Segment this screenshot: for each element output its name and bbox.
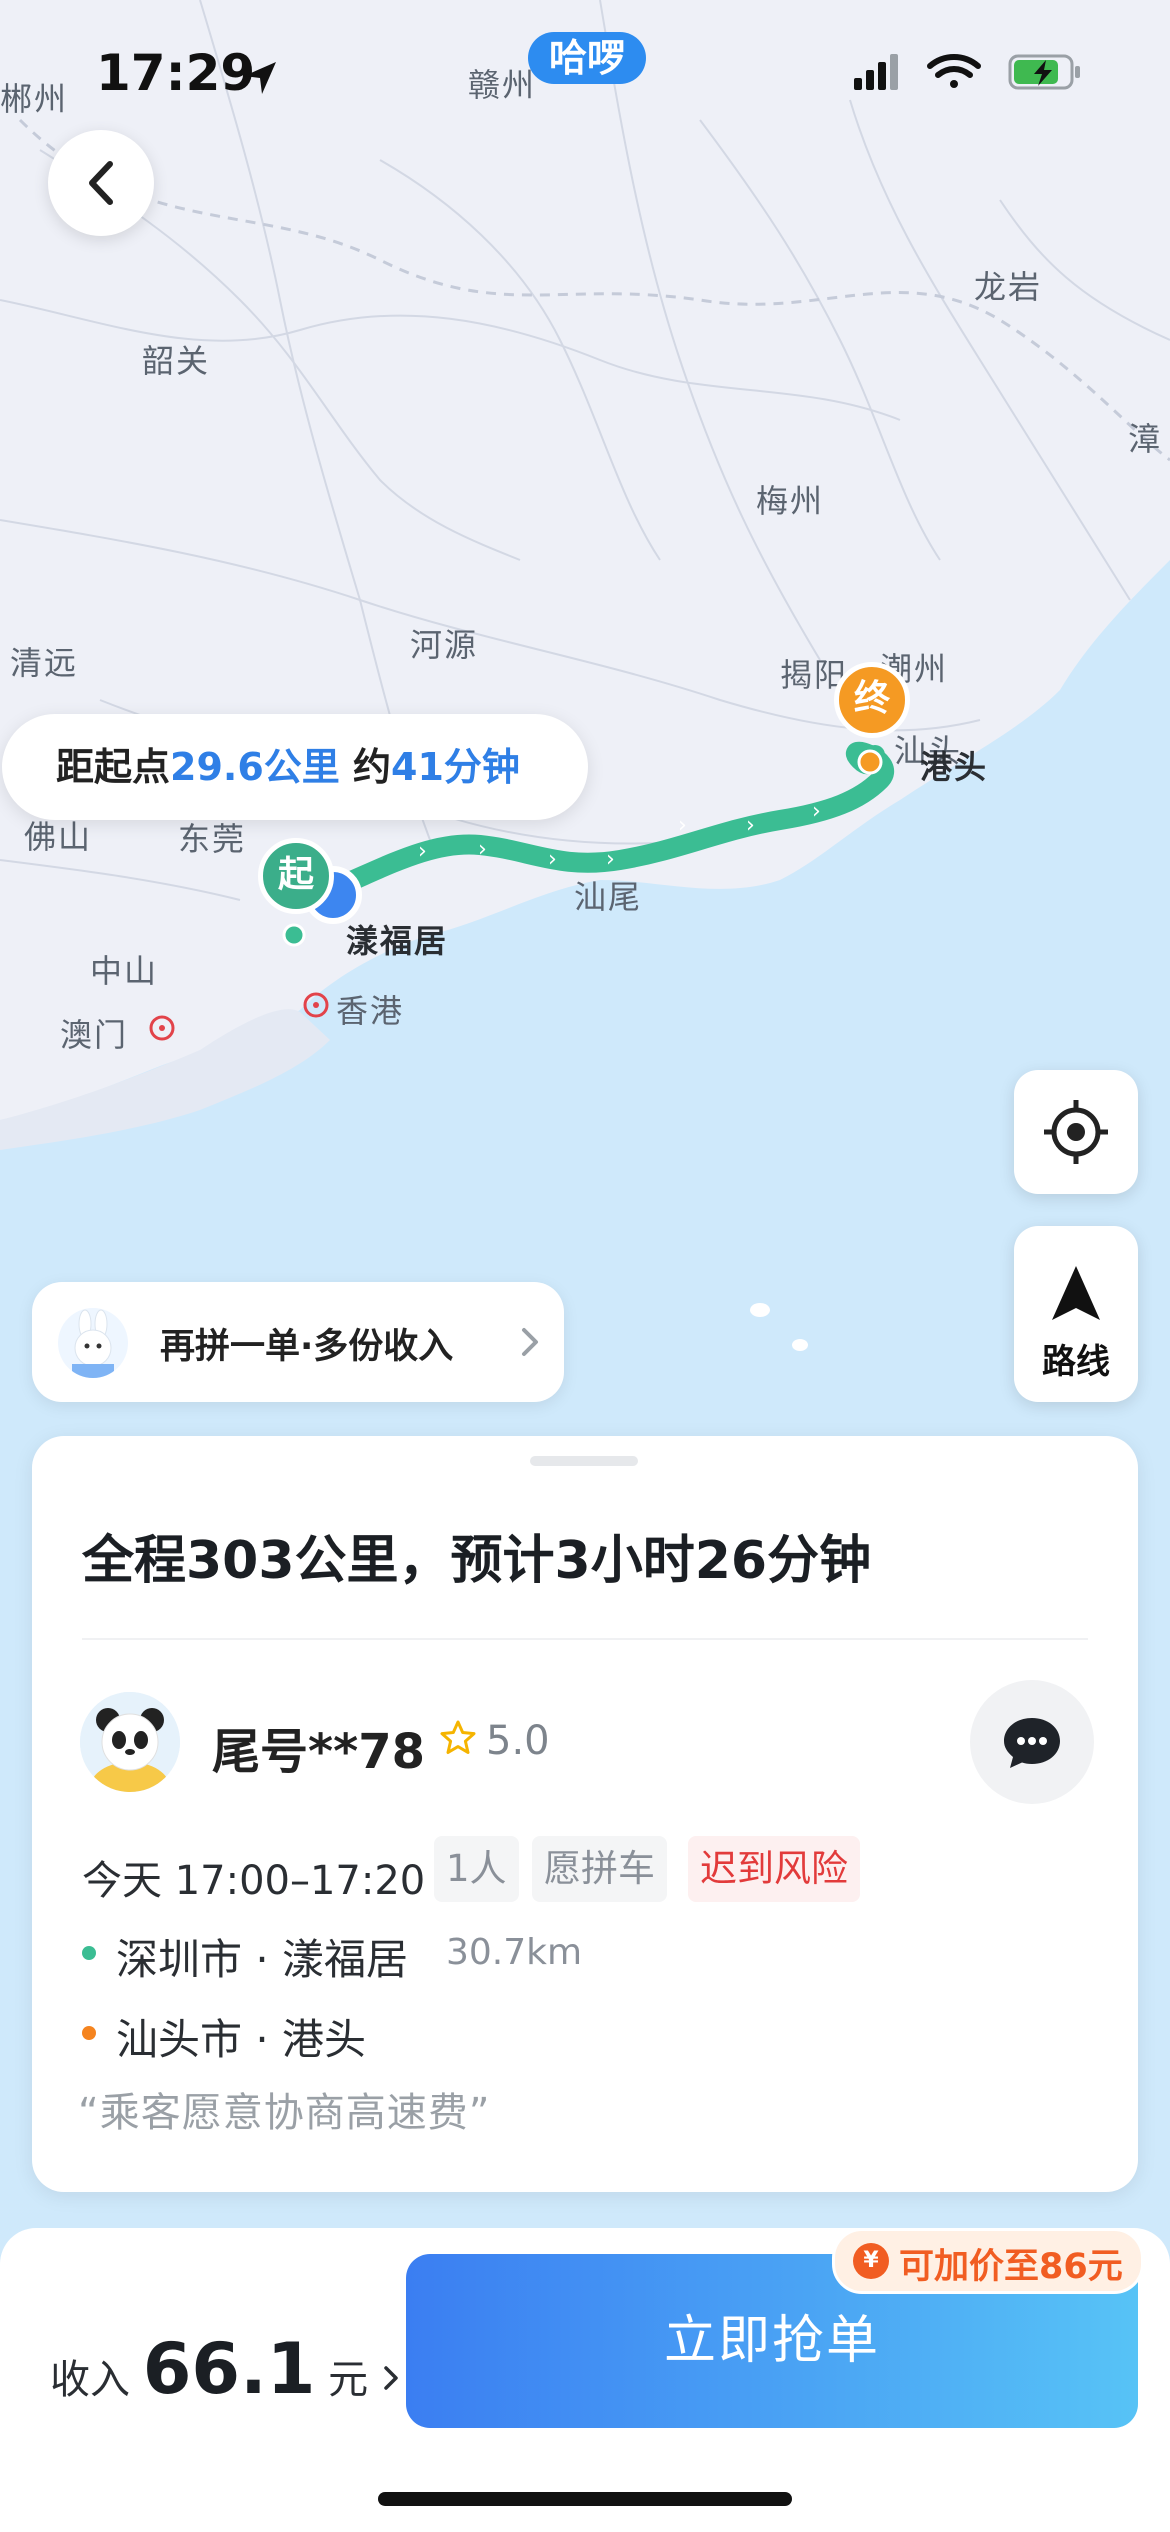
bottom-action-bar: 收入 66.1 元 立即抢单 ¥ 可加价至86元 xyxy=(0,2228,1170,2532)
locate-icon xyxy=(1044,1100,1108,1164)
duration-value: 41分钟 xyxy=(391,745,520,789)
tag-late-risk: 迟到风险 xyxy=(688,1836,860,1902)
map-label: 东莞 xyxy=(178,820,247,858)
distance-to-pickup-card: 距起点29.6公里 约41分钟 xyxy=(2,714,588,820)
promo-banner[interactable]: 再拼一单·多份收入 xyxy=(32,1282,564,1402)
map-label: 河源 xyxy=(410,626,479,664)
star-icon xyxy=(440,1720,476,1754)
map-label: 韶关 xyxy=(142,342,211,380)
map-label: 澳门 xyxy=(60,1016,129,1054)
map-label: 中山 xyxy=(90,952,159,990)
tag-carpool: 愿拼车 xyxy=(532,1836,667,1902)
income-label: 收入 xyxy=(50,2357,130,2403)
passenger-name: 尾号**78 xyxy=(212,1724,426,1780)
route-label: 路线 xyxy=(1042,1342,1110,1382)
locate-button[interactable] xyxy=(1014,1070,1138,1194)
distance-value: 29.6公里 xyxy=(170,745,340,789)
passenger-avatar xyxy=(80,1692,180,1792)
passenger-note: “乘客愿意协商高速费” xyxy=(78,2090,491,2136)
map-label: 漳 xyxy=(1128,420,1163,458)
drag-handle[interactable] xyxy=(530,1456,638,1466)
chevron-right-icon xyxy=(384,2366,398,2390)
map-label: 漾福居 xyxy=(346,922,449,960)
chat-bubble-icon xyxy=(1004,1718,1060,1768)
start-marker: 起 xyxy=(258,838,334,914)
signal-icon xyxy=(854,54,898,90)
navigation-icon xyxy=(1052,1266,1100,1320)
status-icons xyxy=(854,54,1080,90)
svg-text:›: › xyxy=(812,799,821,824)
status-bar: 17:29 哈啰 xyxy=(0,0,1170,150)
svg-text:›: › xyxy=(606,847,615,872)
origin-distance: 30.7km xyxy=(446,1932,583,1973)
status-time: 17:29 xyxy=(96,44,256,102)
destination-address: 汕头市 · 港头 xyxy=(116,2015,367,2064)
distance-mid: 约 xyxy=(339,745,392,789)
app-pill-label: 哈啰 xyxy=(548,36,625,80)
home-indicator xyxy=(378,2492,792,2506)
map-label: 龙岩 xyxy=(974,268,1043,306)
wifi-icon xyxy=(927,54,981,88)
panda-avatar-icon xyxy=(80,1692,180,1792)
route-button[interactable]: 路线 xyxy=(1014,1226,1138,1402)
origin-address: 深圳市 · 漾福居 xyxy=(116,1935,409,1984)
location-arrow-icon xyxy=(244,62,276,94)
order-card: 全程303公里，预计3小时26分钟 尾号**78 5.0 今天 17:00–17… xyxy=(32,1436,1138,2192)
tag-passenger-count: 1人 xyxy=(434,1836,519,1902)
back-button[interactable] xyxy=(48,130,154,236)
chevron-left-icon xyxy=(89,161,113,205)
end-marker: 终 xyxy=(834,662,910,738)
income-link[interactable]: 收入 66.1 元 xyxy=(50,2328,401,2410)
origin-dot xyxy=(82,1946,96,1960)
pickup-time-window: 今天 17:00–17:20 xyxy=(82,1858,426,1904)
chevron-right-icon xyxy=(522,1328,538,1356)
svg-text:›: › xyxy=(678,813,687,838)
price-bonus-badge: ¥ 可加价至86元 xyxy=(832,2228,1144,2294)
income-unit: 元 xyxy=(328,2357,369,2403)
rabbit-avatar-icon xyxy=(58,1308,128,1378)
svg-text:›: › xyxy=(548,847,557,872)
app-pill[interactable]: 哈啰 xyxy=(528,32,646,84)
promo-text: 再拼一单·多份收入 xyxy=(160,1327,454,1367)
trip-summary: 全程303公里，预计3小时26分钟 xyxy=(82,1531,872,1591)
destination-dot xyxy=(82,2026,96,2040)
map-label: 香港 xyxy=(336,992,405,1030)
map-label: 梅州 xyxy=(756,482,825,520)
map-label: 清远 xyxy=(10,644,79,682)
svg-text:›: › xyxy=(478,837,487,862)
end-marker-label: 终 xyxy=(853,678,890,719)
distance-prefix: 距起点 xyxy=(56,745,171,789)
start-marker-label: 起 xyxy=(277,854,314,895)
chat-button[interactable] xyxy=(970,1680,1094,1804)
divider xyxy=(82,1638,1088,1640)
map-label: 汕尾 xyxy=(574,878,643,916)
svg-text:›: › xyxy=(746,813,755,838)
income-amount: 66.1 xyxy=(142,2328,316,2410)
yuan-coin-icon: ¥ xyxy=(853,2243,889,2279)
battery-icon xyxy=(1008,54,1080,90)
map-label: 港头 xyxy=(920,748,989,786)
passenger-rating: 5.0 xyxy=(486,1718,550,1764)
svg-text:›: › xyxy=(418,839,427,864)
price-bonus-text: 可加价至86元 xyxy=(899,2247,1123,2287)
